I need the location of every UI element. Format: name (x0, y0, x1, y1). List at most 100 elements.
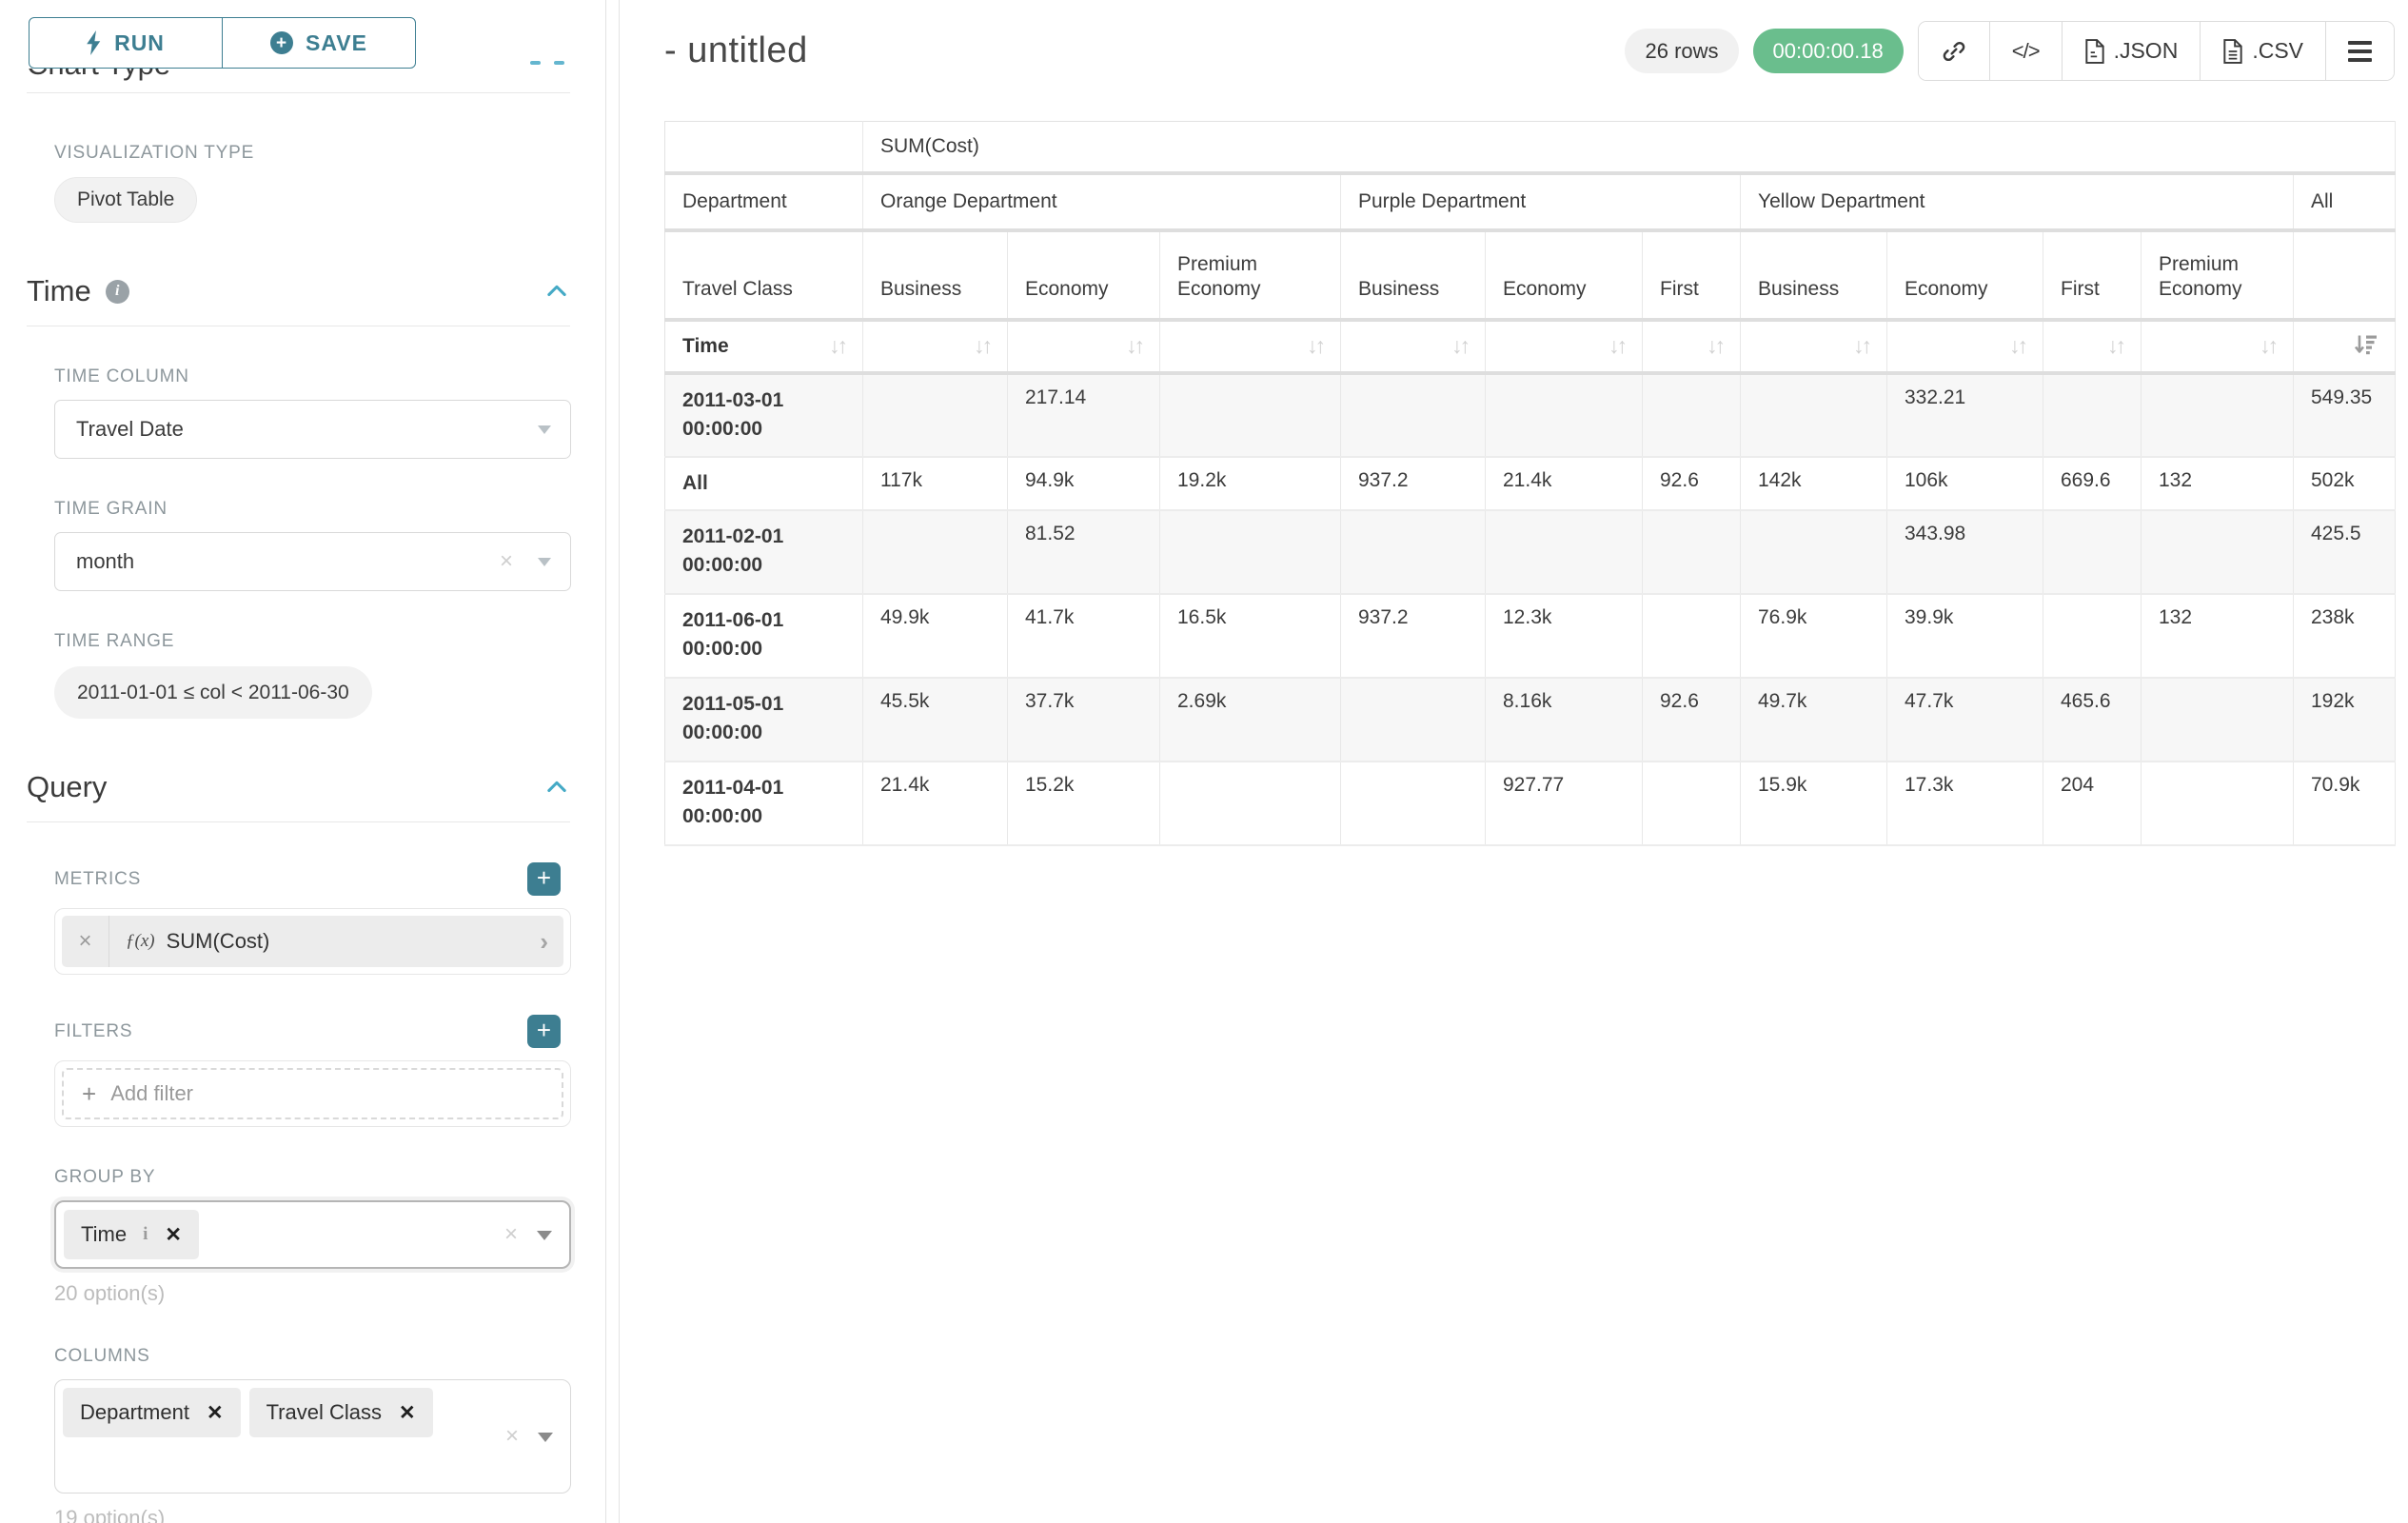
columns-select[interactable]: Department ✕ Travel Class ✕ × (54, 1379, 571, 1493)
sort-cell-content: ↓↑ (2159, 335, 2276, 357)
remove-option-icon[interactable]: ✕ (207, 1401, 224, 1425)
pivot-cell: 142k (1741, 457, 1887, 510)
file-icon (2222, 39, 2243, 64)
pivot-cell: 37.7k (1008, 678, 1160, 762)
pivot-cell (2142, 510, 2294, 594)
chart-title[interactable]: - untitled (664, 30, 808, 71)
time-section-title: Time (27, 274, 91, 308)
pivot-cell: 41.7k (1008, 594, 1160, 678)
remove-option-icon[interactable]: ✕ (399, 1401, 416, 1425)
add-filter-button[interactable]: + (527, 1015, 561, 1048)
sort-toggle-icon[interactable]: ↓↑ (1126, 335, 1142, 357)
pivot-row-header: All (665, 457, 863, 510)
pivot-cell (2142, 762, 2294, 845)
export-toolbar: </> .JSON .CSV (1918, 21, 2395, 81)
row-count-badge: 26 rows (1625, 29, 1738, 73)
remove-option-icon[interactable]: ✕ (165, 1223, 182, 1247)
selected-option-pill[interactable]: Department ✕ (63, 1388, 241, 1437)
chart-header: - untitled 26 rows 00:00:00.18 </> .JSON (664, 21, 2395, 81)
time-grain-value: month (76, 549, 134, 574)
menu-button[interactable] (2325, 22, 2394, 80)
pivot-sort-cell: ↓↑ (2043, 320, 2142, 373)
pivot-cell: 94.9k (1008, 457, 1160, 510)
group-by-select[interactable]: Timei✕ × (54, 1200, 571, 1269)
time-section-header: Time i (27, 274, 570, 326)
run-button[interactable]: RUN (29, 17, 223, 69)
sort-cell-content: ↓↑ (1660, 335, 1723, 357)
clear-icon[interactable]: × (504, 1221, 518, 1248)
export-json-button[interactable]: .JSON (2062, 22, 2201, 80)
chevron-right-icon[interactable]: › (540, 927, 548, 957)
option-label: Travel Class (266, 1400, 382, 1425)
export-csv-button[interactable]: .CSV (2200, 22, 2325, 80)
hamburger-icon (2348, 41, 2372, 62)
pivot-table: SUM(Cost)DepartmentOrange DepartmentPurp… (664, 121, 2396, 846)
remove-metric-icon[interactable]: × (62, 916, 109, 967)
group-by-label: GROUP BY (54, 1167, 570, 1188)
pivot-cell (1643, 594, 1741, 678)
option-label: Department (80, 1400, 189, 1425)
visualization-type-label: VISUALIZATION TYPE (54, 143, 570, 164)
add-filter-text: Add filter (110, 1081, 193, 1106)
sort-toggle-icon[interactable]: ↓↑ (1853, 335, 1869, 357)
columns-label: COLUMNS (54, 1346, 570, 1367)
metric-pill[interactable]: × ƒ(x) SUM(Cost) › (62, 916, 563, 967)
sort-toggle-icon[interactable]: ↓↑ (1707, 335, 1723, 357)
sort-toggle-icon[interactable]: ↓↑ (974, 335, 990, 357)
pivot-cell (1341, 678, 1486, 762)
time-grain-select[interactable]: month × (54, 532, 571, 591)
share-link-button[interactable] (1919, 22, 1989, 80)
sort-toggle-icon[interactable]: ↓↑ (1451, 335, 1468, 357)
pivot-metric-header: SUM(Cost) (863, 122, 2396, 173)
add-metric-button[interactable]: + (527, 862, 561, 896)
link-icon (1941, 38, 1967, 65)
chevron-up-icon[interactable] (543, 278, 570, 305)
pivot-cell: 17.3k (1887, 762, 2043, 845)
save-button[interactable]: + SAVE (222, 17, 416, 69)
pivot-subdimension-label: Travel Class (665, 230, 863, 320)
pivot-cell: 21.4k (1486, 457, 1643, 510)
save-button-label: SAVE (306, 30, 367, 56)
time-range-value[interactable]: 2011-01-01 ≤ col < 2011-06-30 (54, 666, 372, 719)
sort-toggle-icon[interactable]: ↓↑ (1307, 335, 1323, 357)
view-query-button[interactable]: </> (1989, 22, 2062, 80)
pivot-cell: 16.5k (1160, 594, 1341, 678)
pivot-sort-cell: ↓↑ (1887, 320, 2043, 373)
pivot-col-header: Business (1741, 230, 1887, 320)
sort-toggle-icon[interactable]: ↓↑ (2260, 335, 2276, 357)
sort-cell-content: Time↓↑ (682, 335, 845, 358)
pivot-cell (1643, 510, 1741, 594)
selected-option-pill[interactable]: Travel Class ✕ (249, 1388, 433, 1437)
time-grain-label: TIME GRAIN (54, 499, 570, 520)
pivot-cell (863, 510, 1008, 594)
caret-down-icon[interactable] (537, 1231, 552, 1240)
sort-toggle-icon[interactable]: ↓↑ (2009, 335, 2025, 357)
sort-toggle-icon[interactable]: ↓↑ (1609, 335, 1625, 357)
group-by-options-hint: 20 option(s) (54, 1281, 570, 1306)
pivot-cell: 238k (2294, 594, 2396, 678)
sort-descending-active-icon[interactable] (2353, 333, 2378, 360)
pivot-cell: 92.6 (1643, 678, 1741, 762)
pivot-group-header: Yellow Department (1741, 173, 2294, 230)
run-save-button-group: RUN + SAVE (29, 17, 416, 69)
clear-icon[interactable]: × (500, 550, 513, 573)
caret-down-icon[interactable] (538, 1433, 553, 1442)
query-section-title: Query (27, 770, 107, 804)
chart-header-actions: 26 rows 00:00:00.18 </> .JSON . (1625, 21, 2395, 81)
pivot-cell: 12.3k (1486, 594, 1643, 678)
pivot-cell: 19.2k (1160, 457, 1341, 510)
sort-cell-content (2311, 333, 2378, 360)
sort-toggle-icon[interactable]: ↓↑ (829, 335, 845, 357)
superset-explore-app: Chart Type RUN + SAVE VISUALIZATION TYPE… (0, 0, 2408, 1523)
pivot-cell: 92.6 (1643, 457, 1741, 510)
selected-option-pill[interactable]: Timei✕ (64, 1210, 199, 1259)
pivot-sort-cell: ↓↑ (1741, 320, 1887, 373)
visualization-type-value[interactable]: Pivot Table (54, 177, 197, 223)
pivot-col-header (2294, 230, 2396, 320)
time-column-select[interactable]: Travel Date (54, 400, 571, 459)
sort-toggle-icon[interactable]: ↓↑ (2107, 335, 2123, 357)
add-filter-placeholder[interactable]: + Add filter (62, 1068, 563, 1119)
clear-icon[interactable]: × (505, 1423, 519, 1450)
chevron-up-icon[interactable] (543, 774, 570, 801)
pivot-group-header: Purple Department (1341, 173, 1741, 230)
